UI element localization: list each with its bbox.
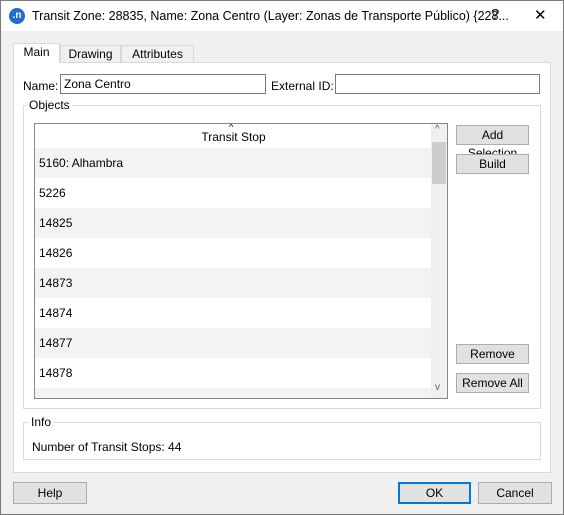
objects-label: Objects [27,98,72,112]
tab-attributes[interactable]: Attributes [121,45,194,63]
window-title: Transit Zone: 28835, Name: Zona Centro (… [32,9,509,23]
transit-stop-list[interactable]: ^ Transit Stop 5160: Alhambra 5226 14825… [34,123,448,399]
app-icon: .n [9,8,25,24]
info-label: Info [29,415,54,429]
list-item[interactable]: 5226 [35,178,432,208]
list-item[interactable]: 14826 [35,238,432,268]
help-icon[interactable]: ? [491,6,499,23]
column-header-label: Transit Stop [201,130,266,144]
build-button[interactable]: Build [456,154,529,174]
name-label: Name: [23,79,59,93]
cancel-button[interactable]: Cancel [478,482,552,504]
external-id-label: External ID: [271,79,334,93]
list-item[interactable]: 14873 [35,268,432,298]
list-item[interactable]: 5160: Alhambra [35,148,432,178]
list-item-partial[interactable] [35,388,432,398]
vertical-scrollbar[interactable]: ^ v [431,124,447,398]
list-item[interactable]: 14878 [35,358,432,388]
add-selection-button[interactable]: Add Selection [456,125,529,160]
scrollbar-thumb[interactable] [432,142,446,184]
list-item[interactable]: 14877 [35,328,432,358]
name-input[interactable]: Zona Centro [60,74,266,94]
dialog-window: .n Transit Zone: 28835, Name: Zona Centr… [0,0,564,515]
column-header-transit-stop[interactable]: ^ Transit Stop [35,124,432,148]
title-bar: .n Transit Zone: 28835, Name: Zona Centr… [1,1,563,31]
tab-main[interactable]: Main [13,43,60,63]
close-icon[interactable]: ✕ [534,6,547,24]
ok-button[interactable]: OK [398,482,471,504]
sort-arrow-icon: ^ [229,123,234,132]
remove-button[interactable]: Remove [456,344,529,364]
transit-stop-count: Number of Transit Stops: 44 [32,440,182,454]
help-button[interactable]: Help [13,482,87,504]
list-item[interactable]: 14874 [35,298,432,328]
scroll-up-icon[interactable]: ^ [435,124,440,135]
scroll-down-icon[interactable]: v [435,382,440,393]
list-item[interactable]: 14825 [35,208,432,238]
remove-all-button[interactable]: Remove All [456,373,529,393]
tab-drawing[interactable]: Drawing [60,45,121,63]
external-id-input[interactable] [335,74,540,94]
